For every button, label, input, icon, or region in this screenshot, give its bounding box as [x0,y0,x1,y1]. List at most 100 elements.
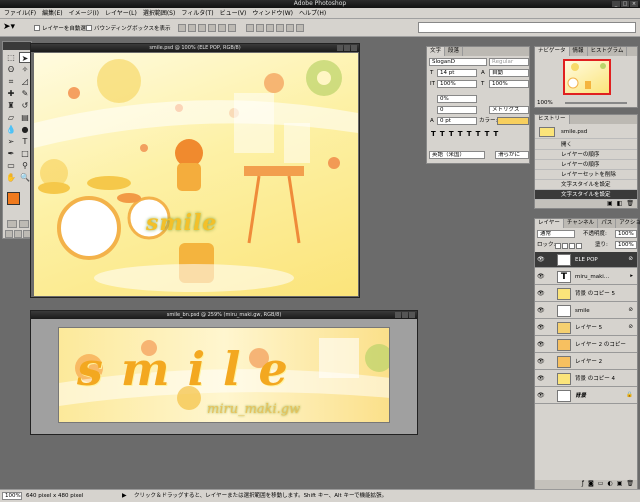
text-style-buttons[interactable]: TTTTTTTT [431,130,502,138]
expand-arrow-icon[interactable]: ▸ [630,273,633,279]
menu-select[interactable]: 選択範囲(S) [143,8,176,19]
menu-view[interactable]: ビュー(V) [220,8,247,19]
eye-icon[interactable]: 👁 [537,341,545,348]
path-select-tool-icon[interactable]: ➢ [5,136,17,147]
eye-icon[interactable]: 👁 [537,358,545,365]
pen-tool-icon[interactable]: ✒ [5,148,17,159]
align-bottom-icon[interactable] [198,24,206,32]
quickmask-mode-icon[interactable] [19,220,29,228]
eye-icon[interactable]: 👁 [537,392,545,399]
new-document-icon[interactable]: ▣ [607,200,613,208]
align-top-icon[interactable] [178,24,186,32]
eye-icon[interactable]: 👁 [537,256,545,263]
trash-icon[interactable]: 🗑 [626,480,634,489]
notes-tool-icon[interactable]: ▭ [5,160,17,171]
menu-edit[interactable]: 編集(E) [42,8,62,19]
history-item[interactable]: 開く [535,140,637,150]
baseline-field[interactable]: 0 pt [437,117,477,125]
doc-close-icon[interactable] [351,45,357,51]
menu-help[interactable]: ヘルプ(H) [299,8,326,19]
leading-field[interactable]: 自動 [489,69,529,77]
palette-well[interactable] [418,22,636,33]
standard-mode-icon[interactable] [7,220,17,228]
canvas-banner[interactable]: smile miru_maki.gw [58,327,390,423]
distribute-hcenter-icon[interactable] [286,24,294,32]
eraser-tool-icon[interactable]: ▱ [5,112,17,123]
crop-tool-icon[interactable]: ⌗ [5,76,17,87]
distribute-left-icon[interactable] [276,24,284,32]
layer-row[interactable]: 👁 smile ⊘ [535,303,637,319]
canvas-smile[interactable]: smile [34,53,358,296]
blur-tool-icon[interactable]: 💧 [5,124,17,135]
tab-paths[interactable]: パス [598,219,617,228]
opacity-field[interactable]: 100% [615,230,637,238]
language-select[interactable]: 英語（米国） [429,151,485,159]
eye-icon[interactable]: 👁 [537,290,545,297]
font-style-select[interactable]: Regular [489,58,529,66]
menu-window[interactable]: ウィンドウ(W) [252,8,293,19]
eye-icon[interactable]: 👁 [537,375,545,382]
status-doc-size[interactable]: 640 pixel x 480 pixel [26,492,83,500]
lock-transparency-icon[interactable] [555,243,561,249]
align-vcenter-icon[interactable] [188,24,196,32]
stamp-tool-icon[interactable]: ♜ [5,100,17,111]
distribute-top-icon[interactable] [246,24,254,32]
status-menu-arrow-icon[interactable]: ▶ [122,492,127,500]
minimize-icon[interactable]: _ [612,1,620,7]
doc-minimize-icon[interactable] [337,45,343,51]
layer-effects-icon[interactable]: ⊘ [628,307,633,313]
new-set-icon[interactable]: ▭ [598,480,604,489]
new-snapshot-icon[interactable]: ◧ [617,200,623,208]
history-item[interactable]: レイヤーセットを削除 [535,170,637,180]
align-right-icon[interactable] [228,24,236,32]
tracking-ratio-field[interactable]: 0% [437,95,477,103]
maximize-icon[interactable]: □ [621,1,629,7]
adjustment-layer-icon[interactable]: ◐ [607,480,612,489]
layer-row[interactable]: 👁 レイヤー 2 のコピー [535,337,637,353]
align-hcenter-icon[interactable] [218,24,226,32]
history-item[interactable]: レイヤーの順序 [535,160,637,170]
auto-select-checkbox[interactable] [34,25,40,31]
eye-icon[interactable]: 👁 [537,273,545,280]
doc-maximize-icon[interactable] [402,312,408,318]
layer-style-icon[interactable]: ƒ [582,480,584,489]
vertical-scale-field[interactable]: 100% [437,80,477,88]
tab-channels[interactable]: チャンネル [564,219,599,228]
document-window-banner[interactable]: smile_bn.psd @ 259% (miru_maki.gw, RGB/8… [30,310,418,435]
history-item-current[interactable]: 文字スタイルを設定 [535,190,637,200]
tab-navigator[interactable]: ナビゲータ [535,47,570,56]
text-color-swatch[interactable] [497,117,529,125]
menu-image[interactable]: イメージ(I) [69,8,99,19]
layer-row[interactable]: 👁 T ELE POP ⊘ [535,252,637,268]
distribute-right-icon[interactable] [296,24,304,32]
font-size-field[interactable]: 14 pt [437,69,477,77]
eye-icon[interactable]: 👁 [537,307,545,314]
horizontal-scale-field[interactable]: 100% [489,80,529,88]
layer-row[interactable]: 👁 レイヤー 5 ⊘ [535,320,637,336]
tab-actions[interactable]: アクション [616,219,640,228]
distribute-vcenter-icon[interactable] [256,24,264,32]
navigator-thumbnail[interactable] [563,59,611,95]
marquee-tool-icon[interactable]: ⬚ [5,52,17,63]
trash-icon[interactable]: 🗑 [626,200,634,208]
menu-file[interactable]: ファイル(F) [4,8,36,19]
tab-histogram[interactable]: ヒストグラム [588,47,628,56]
tab-paragraph[interactable]: 段落 [445,47,464,56]
kerning-mode-select[interactable]: メトリクス [489,106,529,114]
lock-image-icon[interactable] [562,243,568,249]
layer-row[interactable]: 👁 レイヤー 2 [535,354,637,370]
tab-info[interactable]: 情報 [570,47,588,56]
layer-mask-icon[interactable]: ◙ [588,480,594,489]
layer-row[interactable]: 👁 背景 のコピー 4 [535,371,637,387]
font-family-select[interactable]: SloganD [429,58,487,66]
eye-icon[interactable]: 👁 [537,324,545,331]
kerning-field[interactable]: 0 [437,106,477,114]
bounding-box-checkbox[interactable] [86,25,92,31]
status-zoom-field[interactable]: 100% [2,492,22,500]
tab-history[interactable]: ヒストリー [535,115,570,124]
history-snapshot[interactable]: smile.psd [535,125,637,139]
new-layer-icon[interactable]: ▣ [617,480,623,489]
blend-mode-select[interactable]: 通常 [537,230,575,238]
fill-field[interactable]: 100% [615,241,637,249]
doc-maximize-icon[interactable] [344,45,350,51]
